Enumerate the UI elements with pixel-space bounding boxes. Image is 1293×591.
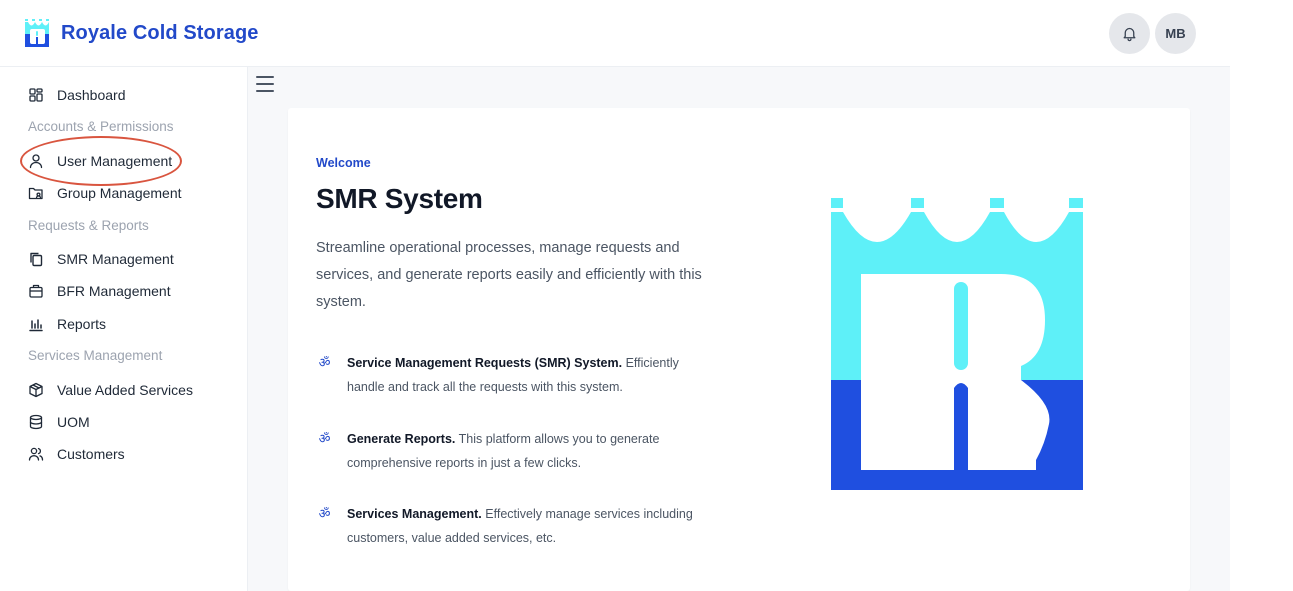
app-title: Royale Cold Storage: [61, 21, 259, 44]
feature-title: Service Management Requests (SMR) System…: [347, 356, 623, 370]
section-heading-accounts: Accounts & Permissions: [28, 119, 174, 134]
folder-user-icon: [28, 187, 43, 200]
sidebar-item-label: Group Management: [57, 185, 182, 201]
sidebar-item-label: SMR Management: [57, 251, 174, 267]
sidebar-item-label: UOM: [57, 414, 90, 430]
app-window: Royale Cold Storage MB Dashboard Account…: [0, 0, 1230, 591]
feature-item: ॐ Generate Reports. This platform allows…: [316, 427, 706, 475]
users-icon: [28, 447, 44, 461]
section-heading-services: Services Management: [28, 348, 163, 363]
accessibility-icon: ॐ: [318, 506, 331, 521]
sidebar-item-value-added-services[interactable]: Value Added Services: [28, 382, 193, 398]
feature-text: Services Management. Effectively manage …: [347, 502, 706, 550]
bell-icon: [1123, 27, 1136, 42]
welcome-card: Welcome SMR System Streamline operationa…: [288, 108, 1190, 591]
page-description: Streamline operational processes, manage…: [316, 240, 702, 310]
feature-title: Generate Reports.: [347, 432, 456, 446]
copy-icon: [30, 252, 43, 267]
sidebar-item-bfr-management[interactable]: BFR Management: [28, 283, 171, 299]
page-margin: [1230, 0, 1293, 591]
sidebar-item-reports[interactable]: Reports: [28, 316, 106, 332]
sidebar-item-label: Customers: [57, 446, 125, 462]
sidebar-item-label: User Management: [57, 153, 173, 169]
feature-text: Service Management Requests (SMR) System…: [347, 351, 706, 399]
section-heading-requests: Requests & Reports: [28, 218, 149, 233]
sidebar-item-label: BFR Management: [57, 283, 171, 299]
dashboard-icon: [29, 88, 43, 102]
sidebar: Dashboard Accounts & Permissions User Ma…: [0, 67, 248, 591]
sidebar-item-label: Value Added Services: [57, 382, 193, 398]
feature-title: Services Management.: [347, 507, 482, 521]
hamburger-icon: [256, 76, 274, 78]
bar-chart-icon: [29, 319, 43, 332]
user-avatar-button[interactable]: MB: [1155, 13, 1196, 54]
menu-toggle-button[interactable]: [256, 76, 274, 92]
brand-logo-icon: [25, 19, 49, 47]
feature-item: ॐ Service Management Requests (SMR) Syst…: [316, 351, 706, 399]
notifications-button[interactable]: [1109, 13, 1150, 54]
sidebar-item-user-management[interactable]: User Management: [28, 153, 172, 169]
welcome-label: Welcome: [316, 156, 371, 170]
database-icon: [29, 414, 43, 430]
top-header: Royale Cold Storage MB: [0, 0, 1230, 67]
sidebar-item-customers[interactable]: Customers: [28, 446, 125, 462]
sidebar-item-label: Reports: [57, 316, 107, 332]
feature-item: ॐ Services Management. Effectively manag…: [316, 502, 706, 550]
company-logo-illustration: [831, 198, 1083, 490]
brand[interactable]: Royale Cold Storage: [24, 18, 259, 48]
sidebar-item-group-management[interactable]: Group Management: [28, 185, 182, 201]
sidebar-item-dashboard[interactable]: Dashboard: [28, 87, 126, 103]
page-title: SMR System: [316, 183, 483, 214]
sidebar-item-label: Dashboard: [57, 87, 126, 103]
sidebar-item-uom[interactable]: UOM: [28, 414, 90, 430]
accessibility-icon: ॐ: [318, 355, 331, 370]
package-icon: [29, 382, 43, 398]
feature-text: Generate Reports. This platform allows y…: [347, 427, 706, 475]
user-icon: [29, 154, 43, 169]
accessibility-icon: ॐ: [318, 431, 331, 446]
header-actions: MB: [1109, 13, 1196, 54]
briefcase-icon: [29, 284, 43, 298]
sidebar-item-smr-management[interactable]: SMR Management: [28, 251, 174, 267]
main-content: Welcome SMR System Streamline operationa…: [248, 67, 1230, 591]
